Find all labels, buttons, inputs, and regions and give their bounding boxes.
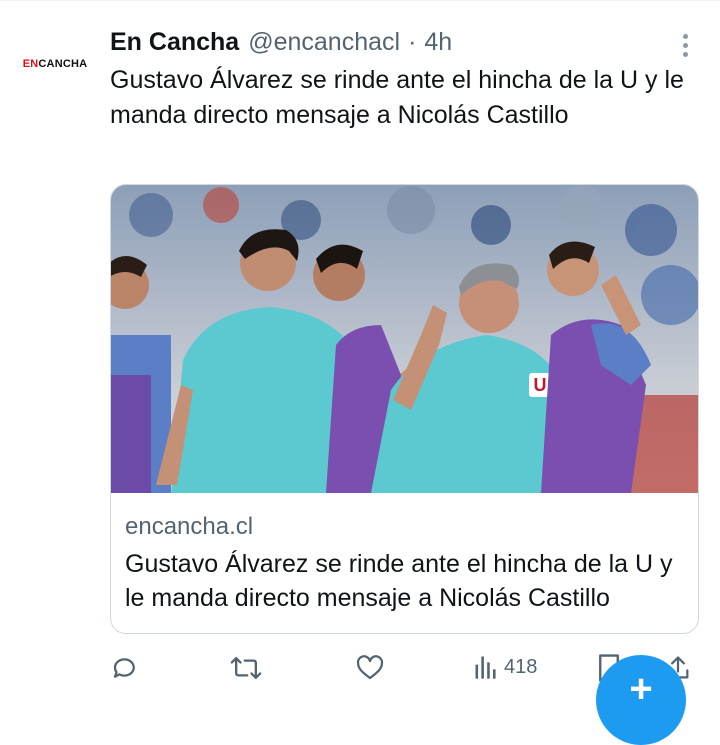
- views-button[interactable]: 418: [474, 653, 537, 681]
- card-title: Gustavo Álvarez se rinde ante el hincha …: [125, 550, 673, 612]
- card-meta: encancha.cl Gustavo Álvarez se rinde ant…: [125, 511, 684, 615]
- avatar[interactable]: ENCANCHA: [8, 32, 102, 96]
- card-image[interactable]: U: [111, 185, 698, 493]
- compose-button[interactable]: +: [596, 655, 686, 745]
- separator-dot: ·: [408, 27, 417, 56]
- tweet-text: Gustavo Álvarez se rinde ante el hincha …: [110, 66, 684, 129]
- tweet-header: En Cancha @encanchacl · 4h: [110, 26, 452, 58]
- views-count: 418: [504, 655, 538, 678]
- retweet-button[interactable]: [230, 653, 262, 683]
- author-handle[interactable]: @encanchacl: [248, 28, 400, 57]
- heart-icon: [355, 653, 385, 683]
- card-domain: encancha.cl: [125, 513, 254, 540]
- reply-button[interactable]: [110, 653, 140, 683]
- top-divider: [0, 0, 720, 1]
- link-card[interactable]: U encancha.cl Gustavo Álvarez se rinde a…: [110, 184, 699, 634]
- reply-icon: [110, 653, 140, 683]
- svg-text:U: U: [534, 375, 547, 395]
- more-options-icon[interactable]: [672, 30, 698, 60]
- like-button[interactable]: [355, 653, 385, 683]
- retweet-icon: [230, 653, 262, 683]
- author-name[interactable]: En Cancha: [110, 28, 239, 57]
- views-icon: [474, 653, 498, 681]
- compose-icon: +: [629, 667, 653, 711]
- tweet-time[interactable]: 4h: [424, 28, 452, 57]
- encancha-logo: ENCANCHA: [22, 58, 88, 70]
